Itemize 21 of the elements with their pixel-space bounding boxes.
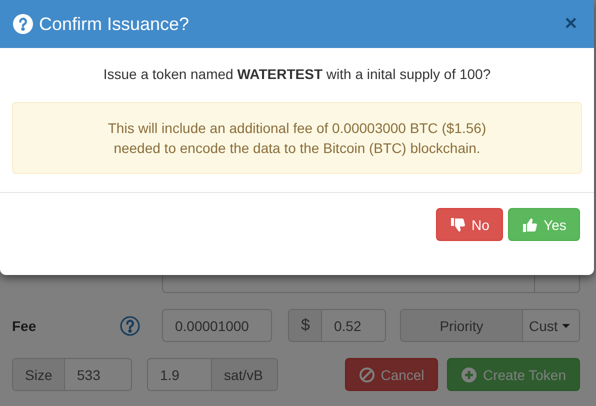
create-token-button[interactable]: Create Token xyxy=(447,358,580,391)
priority-label: Priority xyxy=(401,310,523,341)
dialog-message: Issue a token named WATERTEST with a inital supply of 100? xyxy=(102,66,492,82)
help-icon xyxy=(120,316,140,336)
usd-field[interactable]: $ 0.52 xyxy=(288,309,386,342)
thumbs-down-icon xyxy=(450,216,466,232)
yes-button[interactable]: Yes xyxy=(508,208,580,241)
field-label: Fee xyxy=(12,318,38,334)
cancel-button[interactable]: Cancel xyxy=(345,358,438,391)
caret-icon xyxy=(562,324,570,328)
thumbs-up-icon xyxy=(522,216,538,232)
question-icon xyxy=(13,14,33,34)
close-button[interactable]: × xyxy=(560,12,581,36)
fee-field[interactable]: 0.00001000 xyxy=(162,309,272,342)
fee-notice: This will include an additional fee of 0.00003000 BTC ($1.56) needed to encode the data to the Bitcoin (BTC) blockchain. xyxy=(12,102,582,174)
no-button[interactable]: No xyxy=(436,208,503,241)
fee-rate-field[interactable]: 1.9 sat/vB xyxy=(147,358,278,391)
size-field: Size 533 xyxy=(12,358,132,391)
ban-icon xyxy=(358,366,375,382)
plus-circle-icon xyxy=(460,366,477,382)
dialog-title: Confirm Issuance? xyxy=(39,14,190,34)
